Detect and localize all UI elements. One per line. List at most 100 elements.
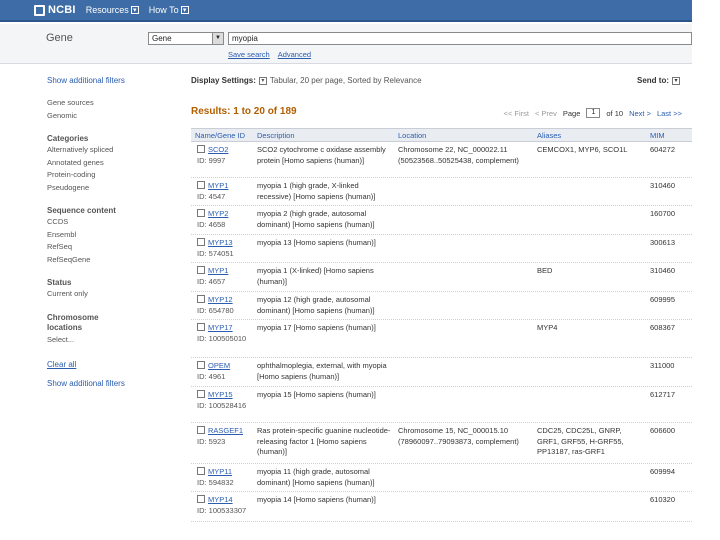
clear-all-link[interactable]: Clear all	[47, 360, 179, 369]
filter-ccds[interactable]: CCDS	[47, 216, 179, 229]
gene-mim[interactable]: 604272	[650, 145, 690, 156]
display-settings[interactable]: Display Settings: ▾ Tabular, 20 per page…	[191, 76, 692, 85]
filter-genomic[interactable]: Genomic	[47, 110, 179, 123]
row-checkbox[interactable]	[197, 390, 205, 398]
gene-description: myopia 17 [Homo sapiens (human)]	[257, 323, 376, 332]
gene-mim[interactable]: 311000	[650, 361, 690, 372]
row-checkbox[interactable]	[197, 266, 205, 274]
next-page-link[interactable]: Next >	[629, 109, 651, 118]
column-header-aliases[interactable]: Aliases	[537, 131, 561, 140]
send-to-menu[interactable]: Send to: ▾	[637, 76, 680, 85]
save-search-link[interactable]: Save search	[228, 50, 270, 59]
gene-symbol-link[interactable]: OPEM	[208, 361, 230, 370]
last-page-link[interactable]: Last >>	[657, 109, 682, 118]
chromosome-locations-heading: Chromosome locations	[47, 312, 99, 332]
gene-description: ophthalmoplegia, external, with myopia […	[257, 361, 387, 381]
column-header-location[interactable]: Location	[398, 131, 426, 140]
filter-gene-sources[interactable]: Gene sources	[47, 97, 179, 110]
row-checkbox[interactable]	[197, 145, 205, 153]
gene-mim[interactable]: 612717	[650, 390, 690, 401]
gene-description: Ras protein-specific guanine nucleotide-…	[257, 426, 391, 456]
prev-page-link[interactable]: < Prev	[535, 109, 557, 118]
gene-symbol-link[interactable]: MYP11	[208, 467, 232, 476]
first-page-link[interactable]: << First	[504, 109, 529, 118]
display-settings-value: Tabular, 20 per page, Sorted by Relevanc…	[269, 76, 422, 85]
how-to-menu[interactable]: How To ▾	[149, 5, 189, 15]
filter-ensembl[interactable]: Ensembl	[47, 229, 179, 242]
search-input[interactable]: myopia	[228, 32, 692, 45]
gene-mim[interactable]: 310460	[650, 181, 690, 192]
gene-mim[interactable]: 609994	[650, 467, 690, 478]
gene-symbol-link[interactable]: MYP2	[208, 209, 228, 218]
gene-mim[interactable]: 300613	[650, 238, 690, 249]
gene-id: ID: 100505010	[197, 333, 247, 343]
gene-mim[interactable]: 610320	[650, 495, 690, 506]
status-heading: Status	[47, 278, 72, 287]
gene-aliases: MYP4	[537, 323, 558, 332]
top-navigation-bar: NCBI Resources ▾ How To ▾	[0, 0, 692, 22]
resources-menu[interactable]: Resources ▾	[86, 5, 139, 15]
gene-symbol-link[interactable]: MYP1	[208, 266, 228, 275]
show-additional-filters-link[interactable]: Show additional filters	[47, 76, 179, 85]
filter-refseqgene[interactable]: RefSeqGene	[47, 254, 179, 267]
filter-current-only[interactable]: Current only	[47, 288, 179, 301]
gene-description: myopia 1 (high grade, X-linked recessive…	[257, 181, 376, 201]
filter-refseq[interactable]: RefSeq	[47, 241, 179, 254]
gene-id: ID: 100528416	[197, 400, 247, 410]
gene-description: myopia 2 (high grade, autosomal dominant…	[257, 209, 375, 229]
table-row: MYP1 ID: 4547 myopia 1 (high grade, X-lin…	[191, 178, 692, 206]
gene-symbol-link[interactable]: RASGEF1	[208, 426, 243, 435]
filter-annotated-genes[interactable]: Annotated genes	[47, 157, 179, 170]
display-settings-label: Display Settings:	[191, 76, 256, 85]
how-to-menu-label: How To	[148, 5, 179, 15]
gene-symbol-link[interactable]: MYP1	[208, 181, 228, 190]
column-header-mim[interactable]: MIM	[650, 131, 665, 140]
gene-symbol-link[interactable]: MYP14	[208, 495, 233, 504]
row-checkbox[interactable]	[197, 467, 205, 475]
gene-symbol-link[interactable]: MYP17	[208, 323, 233, 332]
gene-description: myopia 15 [Homo sapiens (human)]	[257, 390, 376, 399]
categories-heading: Categories	[47, 134, 89, 143]
table-row: MYP17 ID: 100505010 myopia 17 [Homo sapie…	[191, 320, 692, 358]
gene-id: ID: 4658	[197, 219, 226, 229]
gene-aliases: BED	[537, 266, 553, 275]
gene-mim[interactable]: 160700	[650, 209, 690, 220]
gene-aliases: CEMCOX1, MYP6, SCO1L	[537, 145, 628, 154]
gene-symbol-link[interactable]: MYP13	[208, 238, 233, 247]
row-checkbox[interactable]	[197, 238, 205, 246]
dropdown-arrow-icon: ▾	[130, 6, 139, 14]
gene-symbol-link[interactable]: SCO2	[208, 145, 228, 154]
row-checkbox[interactable]	[197, 495, 205, 503]
row-checkbox[interactable]	[197, 323, 205, 331]
column-header-name[interactable]: Name/Gene ID	[195, 131, 245, 140]
filter-alternatively-spliced[interactable]: Alternatively spliced	[47, 144, 179, 157]
show-additional-filters-link-bottom[interactable]: Show additional filters	[47, 379, 179, 388]
gene-id: ID: 5923	[197, 436, 226, 446]
gene-mim[interactable]: 608367	[650, 323, 690, 334]
gene-mim[interactable]: 310460	[650, 266, 690, 277]
table-row: MYP11 ID: 594832 myopia 11 (high grade, a…	[191, 464, 692, 492]
chromosome-select-link[interactable]: Select...	[47, 334, 179, 347]
dropdown-arrow-icon: ▾	[258, 76, 267, 85]
table-row: MYP13 ID: 574051 myopia 13 [Homo sapiens …	[191, 235, 692, 263]
gene-mim[interactable]: 606600	[650, 426, 690, 437]
database-select[interactable]: Gene ▼	[148, 32, 224, 45]
row-checkbox[interactable]	[197, 295, 205, 303]
filter-pseudogene[interactable]: Pseudogene	[47, 182, 179, 195]
filter-protein-coding[interactable]: Protein-coding	[47, 169, 179, 182]
column-header-description[interactable]: Description	[257, 131, 295, 140]
row-checkbox[interactable]	[197, 181, 205, 189]
advanced-search-link[interactable]: Advanced	[278, 50, 311, 59]
row-checkbox[interactable]	[197, 361, 205, 369]
table-row: MYP1 ID: 4657 myopia 1 (X-linked) [Homo s…	[191, 263, 692, 292]
page-number-input[interactable]: 1	[586, 108, 601, 118]
row-checkbox[interactable]	[197, 209, 205, 217]
gene-aliases: CDC25, CDC25L, GNRP, GRF1, GRF55, H-GRF5…	[537, 426, 624, 456]
row-checkbox[interactable]	[197, 426, 205, 434]
gene-symbol-link[interactable]: MYP12	[208, 295, 233, 304]
gene-symbol-link[interactable]: MYP15	[208, 390, 233, 399]
gene-id: ID: 4961	[197, 371, 226, 381]
gene-mim[interactable]: 609995	[650, 295, 690, 306]
ncbi-logo[interactable]: NCBI	[34, 4, 76, 16]
gene-description: myopia 12 (high grade, autosomal dominan…	[257, 295, 375, 315]
